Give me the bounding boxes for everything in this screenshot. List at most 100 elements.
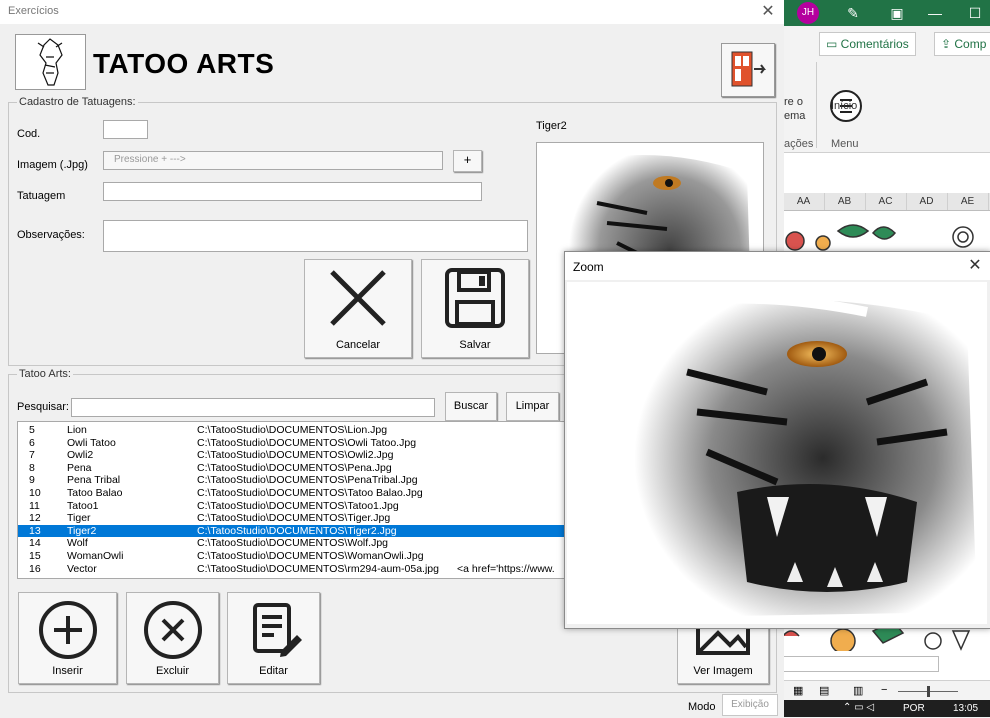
row-id-cell: 13 [29,524,41,537]
ribbon-partial-text: re o [784,96,803,108]
row-extra-cell: <a href='https://www. [457,562,555,575]
share-icon: ⇪ [941,37,955,51]
table-row[interactable]: 8 Pena C:\TatooStudio\DOCUMENTOS\Pena.Jpg [18,462,578,475]
table-row[interactable]: 9 Pena Tribal C:\TatooStudio\DOCUMENTOS\Pe… [18,474,578,487]
share-button-label: Comp [954,37,987,51]
zoom-slider-thumb[interactable] [927,686,930,697]
comment-icon: ▭ [826,37,841,51]
system-tray-icons[interactable]: ⌃ ▭ ◁ [843,702,874,713]
save-button[interactable]: Salvar [421,259,529,358]
row-path-cell: C:\TatooStudio\DOCUMENTOS\Wolf.Jpg [197,537,389,550]
delete-button[interactable]: Excluir [126,592,219,684]
row-name-cell: Pena Tribal [67,474,121,487]
table-row[interactable]: 14 Wolf C:\TatooStudio\DOCUMENTOS\Wolf.Jpg [18,537,578,550]
user-avatar[interactable]: JH [797,2,819,24]
row-name-cell: Lion [67,424,87,436]
row-path-cell: C:\TatooStudio\DOCUMENTOS\Tatoo1.Jpg [197,499,399,512]
column-header[interactable]: AC [865,193,907,210]
comments-button[interactable]: ▭ Comentários [819,32,916,56]
zoomed-tattoo-image [567,282,987,624]
list-frame-title: Tatoo Arts: [17,368,73,380]
tiger-logo-image [15,34,86,90]
ribbon-divider [816,62,817,148]
row-name-cell: Tatoo1 [67,499,99,512]
column-header[interactable]: AA [783,193,825,210]
row-name-cell: Tatoo Balao [67,487,123,499]
row-id-cell: 12 [29,512,41,525]
cancel-button[interactable]: Cancelar [304,259,412,358]
table-row[interactable]: 12 Tiger C:\TatooStudio\DOCUMENTOS\Tiger.J… [18,512,578,525]
table-row[interactable]: 7 Owli2 C:\TatooStudio\DOCUMENTOS\Owli2.Jp… [18,449,578,462]
cod-field[interactable] [103,120,148,139]
row-path-cell: C:\TatooStudio\DOCUMENTOS\PenaTribal.Jpg [197,474,418,487]
preview-caption: Tiger2 [536,120,567,132]
dialog-title: Exercícios [8,5,59,17]
zoom-dialog: Zoom ✕ [564,251,990,629]
insert-button[interactable]: Inserir [18,592,117,684]
imagem-label: Imagem (.Jpg) [17,159,88,171]
zoom-titlebar: Zoom ✕ [565,252,990,280]
clear-button[interactable]: Limpar [506,392,559,421]
row-path-cell: C:\TatooStudio\DOCUMENTOS\Tiger2.Jpg [197,524,397,537]
window-icon[interactable]: ▣ [885,0,909,26]
row-id-cell: 7 [29,449,35,462]
delete-button-label: Excluir [155,665,189,677]
tatuagem-field[interactable] [103,182,482,201]
share-button[interactable]: ⇪ Comp [934,32,990,56]
row-id-cell: 6 [29,436,35,449]
inicio-label[interactable]: Início [831,100,857,112]
table-row[interactable]: 10 Tatoo Balao C:\TatooStudio\DOCUMENTOS\T… [18,487,578,500]
row-name-cell: Tiger [67,512,91,525]
edit-button[interactable]: Editar [227,592,320,684]
imagem-path-field[interactable]: Pressione + ---> [103,151,443,170]
save-button-label: Salvar [459,339,491,351]
ribbon-partial-text-2: ema [784,110,806,122]
row-id-cell: 16 [29,562,41,575]
tattoo-list[interactable]: 5 Lion C:\TatooStudio\DOCUMENTOS\Lion.Jpg 6… [17,421,579,579]
row-path-cell: C:\TatooStudio\DOCUMENTOS\Lion.Jpg [197,424,388,436]
search-button[interactable]: Buscar [445,392,497,421]
row-name-cell: Vector [67,562,97,575]
zoom-out-icon[interactable]: − [881,684,887,696]
row-name-cell: WomanOwli [67,550,124,562]
clock[interactable]: 13:05 [953,703,978,714]
row-path-cell: C:\TatooStudio\DOCUMENTOS\Tatoo Balao.Jp… [197,487,423,499]
insert-button-label: Inserir [52,665,83,677]
row-path-cell: C:\TatooStudio\DOCUMENTOS\Owli2.Jpg [197,449,394,462]
zoom-title: Zoom [573,260,604,274]
pen-icon[interactable]: ✎ [841,0,865,26]
page-break-icon[interactable]: ▥ [853,684,863,697]
delete-circle-icon [143,601,202,659]
close-icon[interactable]: ✕ [756,1,780,23]
search-input[interactable] [71,398,435,417]
table-row[interactable]: 5 Lion C:\TatooStudio\DOCUMENTOS\Lion.Jpg [18,424,578,437]
minimize-icon[interactable]: — [923,0,947,26]
table-row[interactable]: 11 Tatoo1 C:\TatooStudio\DOCUMENTOS\Tatoo1… [18,500,578,513]
observacoes-field[interactable] [103,220,528,252]
table-row[interactable]: 13 Tiger2 C:\TatooStudio\DOCUMENTOS\Tiger2… [18,524,578,538]
add-image-button[interactable]: + [453,150,482,172]
row-id-cell: 11 [29,499,40,512]
column-header[interactable]: AE [947,193,989,210]
row-path-cell: C:\TatooStudio\DOCUMENTOS\Owli Tatoo.Jpg [197,436,417,449]
close-icon[interactable]: ✕ [963,254,987,278]
table-row[interactable]: 6 Owli Tatoo C:\TatooStudio\DOCUMENTOS\Owl… [18,437,578,450]
normal-view-icon[interactable]: ▦ [793,684,803,697]
page-layout-icon[interactable]: ▤ [819,684,829,697]
row-name-cell: Owli2 [67,449,94,462]
cod-label: Cod. [17,128,41,140]
exit-button[interactable] [721,43,775,97]
add-circle-icon [38,601,97,659]
language-indicator[interactable]: POR [903,703,925,714]
excel-titlebar: JH ✎ ▣ — ☐ [783,0,990,26]
dialog-titlebar: Exercícios ✕ [0,0,784,24]
table-row[interactable]: 15 WomanOwli C:\TatooStudio\DOCUMENTOS\Wom… [18,550,578,563]
edit-button-label: Editar [259,665,288,677]
table-row[interactable]: 16 Vector C:\TatooStudio\DOCUMENTOS\rm294-… [18,563,578,576]
column-header[interactable]: AD [906,193,948,210]
horizontal-scrollbar[interactable] [783,656,939,672]
view-image-button-label: Ver Imagem [693,665,753,677]
column-header[interactable]: AB [824,193,866,210]
row-name-cell: Tiger2 [67,524,97,537]
maximize-icon[interactable]: ☐ [963,0,987,26]
